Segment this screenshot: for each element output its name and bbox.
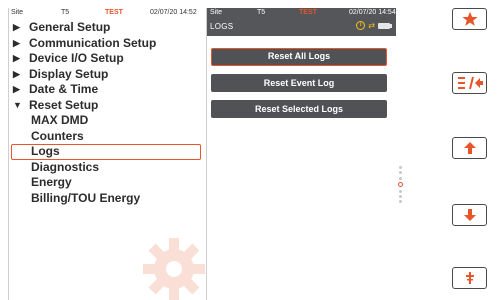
tree-item-label: Energy [31,175,72,189]
info-icon[interactable]: i [356,21,366,30]
down-arrow-icon [463,209,476,221]
tree-item-counters[interactable]: Counters [9,129,206,145]
expand-arrow-icon: ▶ [13,22,20,32]
tree-item-max-dmd[interactable]: MAX DMD [9,113,206,129]
tree-item-label: General Setup [29,20,111,34]
site-label: Site [11,9,24,16]
favorite-button[interactable] [452,8,487,30]
setup-tree: ▶ General Setup ▶ Communication Setup ▶ … [9,20,206,206]
left-status-bar: Site T5 TEST 02/07/20 14:52 [9,8,206,18]
tree-item-label: Counters [31,128,84,143]
logs-header: Site T5 TEST 02/07/20 14:54 LOGS i ⇄ [207,8,396,36]
tree-item-label: Date & Time [29,82,99,96]
site-label: Site [210,9,223,16]
scroll-dot-active [397,182,403,188]
scroll-dot [398,194,402,198]
tree-item-label: Communication Setup [29,35,157,50]
header-icons: i ⇄ [356,21,392,30]
datetime-label: 02/07/20 14:52 [150,9,197,16]
setup-tree-panel: Site T5 TEST 02/07/20 14:52 ▶ General Se… [8,8,206,300]
expand-arrow-icon: ▶ [13,68,20,79]
tree-item-general-setup[interactable]: ▶ General Setup [9,20,206,36]
tree-item-label: Device I/O Setup [29,51,124,65]
tools-button[interactable] [452,267,487,289]
test-mode-label: TEST [299,9,317,16]
scroll-dot [398,200,402,204]
logs-panel: Site T5 TEST 02/07/20 14:54 LOGS i ⇄ Res… [206,8,403,300]
transfer-icon: ⇄ [368,21,375,30]
tree-item-energy[interactable]: Energy [9,175,206,191]
tree-item-billing-tou-energy[interactable]: Billing/TOU Energy [9,191,206,207]
tree-item-date-time[interactable]: ▶ Date & Time [9,82,206,98]
tree-item-logs[interactable]: Logs [11,144,201,160]
tree-item-communication-setup[interactable]: ▶ Communication Setup [9,36,206,52]
tree-item-display-setup[interactable]: ▶ Display Setup [9,67,206,83]
tree-item-label: Display Setup [29,66,109,81]
reset-all-logs-button[interactable]: Reset All Logs [211,48,387,66]
tree-item-device-io-setup[interactable]: ▶ Device I/O Setup [9,51,206,67]
tools-icon [465,272,474,284]
datetime-label: 02/07/20 14:54 [349,9,396,16]
tree-item-reset-setup[interactable]: ▼ Reset Setup [9,98,206,114]
expand-arrow-icon: ▶ [13,37,20,48]
scroll-dot [398,176,402,180]
tree-item-label: Logs [31,144,60,158]
scroll-indicator[interactable] [397,166,403,206]
feeder-label: T5 [257,9,266,16]
gear-icon [143,238,205,300]
scroll-dot [398,171,402,175]
menu-back-button[interactable] [452,72,487,94]
reset-event-log-button[interactable]: Reset Event Log [211,74,387,92]
scroll-dot [398,166,402,169]
tree-item-label: Billing/TOU Energy [31,190,141,205]
tree-item-label: Reset Setup [29,97,99,112]
scroll-up-button[interactable] [452,137,487,159]
menu-back-icon [457,76,483,90]
expand-arrow-icon: ▶ [13,84,20,94]
battery-icon [378,22,392,29]
page-title: LOGS [210,22,234,31]
tree-item-label: MAX DMD [31,113,89,127]
tree-item-label: Diagnostics [31,159,100,174]
tree-item-diagnostics[interactable]: Diagnostics [9,160,206,176]
scroll-dot [398,189,402,193]
scroll-down-button[interactable] [452,204,487,226]
collapse-arrow-icon: ▼ [13,99,22,110]
star-icon [461,11,478,26]
feeder-label: T5 [61,9,70,16]
test-mode-label: TEST [105,9,123,16]
up-arrow-icon [463,142,476,154]
expand-arrow-icon: ▶ [13,53,20,63]
reset-selected-logs-button[interactable]: Reset Selected Logs [211,100,387,118]
